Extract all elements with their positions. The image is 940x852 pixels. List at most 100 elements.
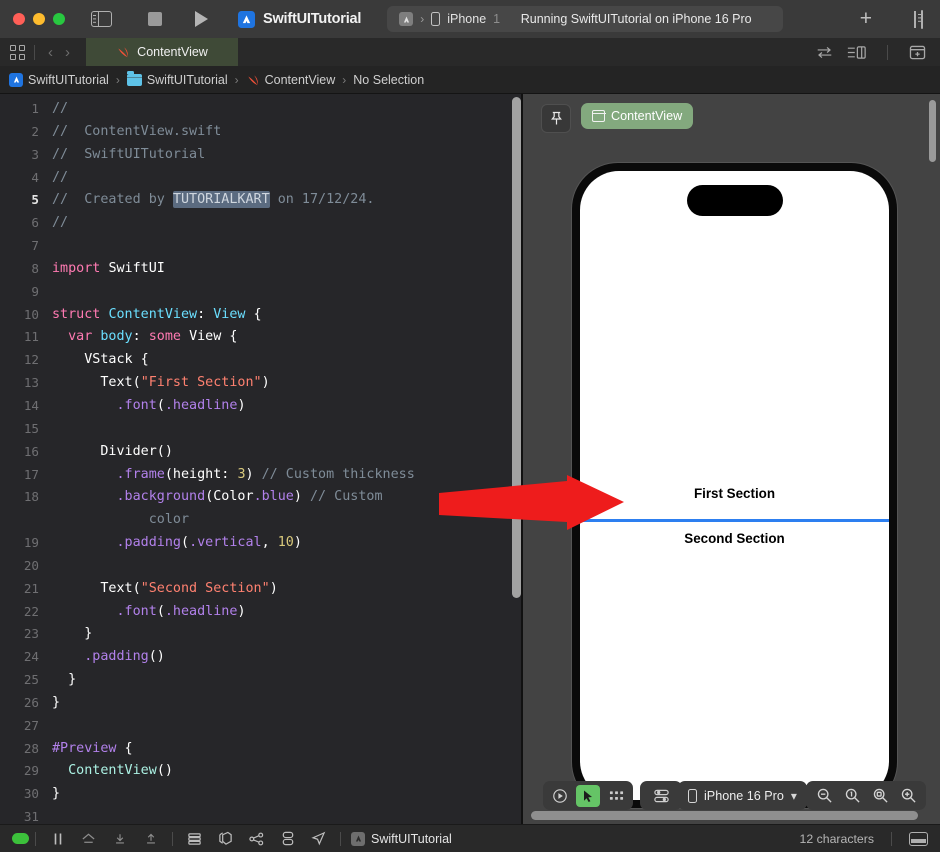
code-line[interactable]: color [0,509,521,532]
device-settings-group[interactable] [640,781,682,810]
code-line[interactable]: 9 [0,281,521,304]
close-button[interactable] [13,13,25,25]
breadcrumb-item-selection[interactable]: No Selection [353,73,424,87]
code-line[interactable]: 3 // SwiftUITutorial [0,144,521,167]
zoom-in-icon[interactable] [896,785,920,807]
variants-grid-icon[interactable] [604,785,628,807]
tab-contentview[interactable]: ContentView [86,38,238,66]
breadcrumb-item-project[interactable]: SwiftUITutorial [9,72,109,87]
upload-icon[interactable] [135,829,166,849]
code-line[interactable]: 11 var body: some View { [0,326,521,349]
line-number: 1 [31,101,39,116]
code-line[interactable]: 14 .font(.headline) [0,395,521,418]
app-scheme-icon [399,12,414,26]
code-line[interactable]: 21 Text("Second Section") [0,578,521,601]
code-line[interactable]: 24 .padding() [0,646,521,669]
add-editor-icon[interactable] [909,45,926,60]
device-picker[interactable]: iPhone 16 Pro ▾ [678,781,807,810]
code-line[interactable]: 26} [0,692,521,715]
line-number: 18 [23,489,39,505]
code-line[interactable]: 12 VStack { [0,349,521,372]
add-button[interactable]: + [860,8,872,29]
layers-icon[interactable] [179,829,210,849]
pin-preview-button[interactable] [541,104,571,133]
active-project-chip[interactable]: SwiftUITutorial [238,10,361,28]
inspector-toggle-icon[interactable] [921,10,923,29]
zoom-100-icon[interactable] [840,785,864,807]
bottom-panel-toggle-icon[interactable] [909,831,928,846]
code-line[interactable]: 27 [0,715,521,738]
code-line[interactable]: 1 // [0,98,521,121]
code-token: View [213,306,246,322]
line-content: } [52,783,521,806]
device-settings-icon[interactable] [649,785,673,807]
home-icon[interactable] [73,829,104,849]
code-line[interactable]: 29 ContentView() [0,760,521,783]
play-preview-icon[interactable] [548,785,572,807]
code-line[interactable]: 20 [0,555,521,578]
maximize-button[interactable] [53,13,65,25]
download-icon[interactable] [104,829,135,849]
code-line[interactable]: 30} [0,783,521,806]
code-line[interactable]: 2 // ContentView.swift [0,121,521,144]
editor-vertical-scrollbar[interactable] [512,97,521,598]
run-button[interactable] [195,11,208,27]
canvas-vertical-scrollbar[interactable] [929,100,936,162]
code-line[interactable]: 13 Text("First Section") [0,372,521,395]
stop-button[interactable] [148,12,162,26]
code-line[interactable]: 7 [0,235,521,258]
tabbar-right-actions [816,44,926,60]
device-picker-label: iPhone 16 Pro [704,788,784,803]
code-line[interactable]: 5 // Created by TUTORIALKART on 17/12/24. [0,189,521,212]
destination-number: 1 [493,12,501,26]
canvas-horizontal-scrollbar[interactable] [531,811,918,820]
code-line[interactable]: 22 .font(.headline) [0,601,521,624]
line-content: #Preview { [52,738,521,761]
scheme-destination-bar[interactable]: › iPhone 1 Running SwiftUITutorial on iP… [387,6,784,32]
line-content [52,555,521,578]
code-line[interactable]: 15 [0,418,521,441]
code-line[interactable]: 4 // [0,167,521,190]
status-project-chip[interactable]: SwiftUITutorial [351,831,452,846]
swap-editors-icon[interactable] [816,45,833,60]
breadcrumb-item-file[interactable]: ContentView [246,73,335,87]
code-line[interactable]: 31 [0,806,521,824]
zoom-out-icon[interactable] [812,785,836,807]
breadcrumb-item-folder[interactable]: SwiftUITutorial [126,70,228,87]
code-line[interactable]: 6 // [0,212,521,235]
code-line[interactable]: 25 } [0,669,521,692]
code-token: : [197,306,214,322]
code-line[interactable]: 16 Divider() [0,441,521,464]
selection-cursor-icon[interactable] [576,784,600,807]
zoom-fit-icon[interactable] [868,785,892,807]
pause-icon[interactable] [42,829,73,849]
code-line[interactable]: 17 .frame(height: 3) // Custom thickness [0,464,521,487]
tab-grid-icon[interactable] [9,43,27,61]
source-editor[interactable]: 1 // 2 // ContentView.swift 3 // SwiftUITutor… [0,94,521,824]
navigate-forward-button[interactable]: › [59,44,76,61]
share-icon[interactable] [241,829,272,849]
location-icon[interactable] [303,829,334,849]
code-line[interactable]: 28 #Preview { [0,738,521,761]
device-screen[interactable]: First Section Second Section [580,171,889,800]
database-icon[interactable] [272,829,303,849]
code-line[interactable]: 19 .padding(.vertical, 10) [0,532,521,555]
code-line[interactable]: 23 } [0,623,521,646]
line-number: 27 [23,717,39,733]
breadcrumb-separator-2: › [234,72,239,87]
preview-selector-pill[interactable]: ContentView [581,103,694,129]
line-content: // [52,167,521,190]
build-status-indicator[interactable] [12,833,29,844]
code-line[interactable]: 10 struct ContentView: View { [0,304,521,327]
code-token: // SwiftUITutorial [52,146,206,162]
code-line[interactable]: 18 .background(Color.blue) // Custom [0,486,521,509]
navigate-back-button[interactable]: ‹ [42,44,59,61]
split-editor-icon[interactable] [847,45,866,60]
minimize-button[interactable] [33,13,45,25]
sidebar-toggle-icon[interactable] [90,10,112,28]
code-line[interactable]: 8 import SwiftUI [0,258,521,281]
package-icon[interactable] [210,829,241,849]
selected-token: TUTORIALKART [172,191,270,209]
code-token: ) [237,603,246,619]
